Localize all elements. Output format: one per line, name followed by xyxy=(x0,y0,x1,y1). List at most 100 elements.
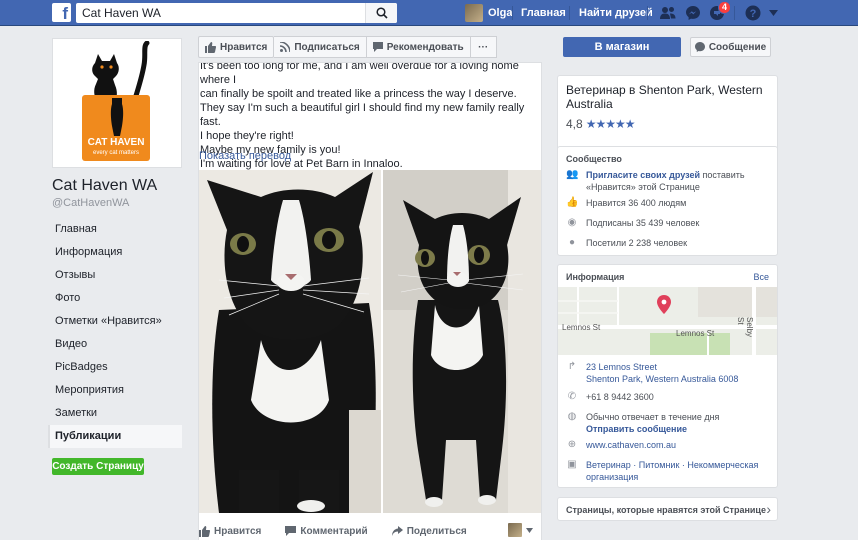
likes-count-row: 👍 Нравится 36 400 людям xyxy=(566,197,686,209)
search-input[interactable]: Cat Haven WA xyxy=(76,3,397,23)
search-icon xyxy=(376,7,388,19)
phone-row: ✆ +61 8 9442 3600 xyxy=(566,391,654,403)
rss-feed-icon: ◉ xyxy=(567,217,577,228)
post-line: I hope they're right! xyxy=(200,130,294,142)
cat-haven-logo: CAT HAVEN every cat matters xyxy=(82,95,150,161)
post-share-button[interactable]: Поделиться xyxy=(391,525,467,537)
page-username[interactable]: @CatHavenWA xyxy=(52,197,129,209)
visits-count: Посетили 2 238 человек xyxy=(586,238,688,248)
chevron-right-icon[interactable]: › xyxy=(766,501,771,517)
sidebar-item-about[interactable]: Информация xyxy=(48,241,182,264)
sidebar-item-events[interactable]: Мероприятия xyxy=(48,379,182,402)
logo-text: CAT HAVEN xyxy=(87,137,145,148)
sidebar-item-notes[interactable]: Заметки xyxy=(48,402,182,425)
messenger-icon[interactable] xyxy=(685,5,701,21)
send-message-button[interactable]: Сообщение xyxy=(690,37,771,57)
facebook-logo-icon[interactable]: f xyxy=(52,3,71,22)
cat-photo-standing[interactable] xyxy=(383,170,541,513)
follow-page-button[interactable]: Подписаться xyxy=(274,36,367,58)
page-category[interactable]: Ветеринар в Shenton Park, Western Austra… xyxy=(566,83,766,111)
share-arrow-icon xyxy=(391,526,403,536)
send-message-label: Сообщение xyxy=(708,41,767,53)
post-share-label: Поделиться xyxy=(406,525,467,537)
cat-photo-closeup[interactable] xyxy=(199,170,381,513)
rss-feed-icon xyxy=(280,42,291,52)
sidebar-item-likes[interactable]: Отметки «Нравится» xyxy=(48,310,182,333)
page-rating[interactable]: 4,8 ★★★★★ xyxy=(566,117,635,131)
map-street-label: Lemnos St xyxy=(562,323,601,332)
divider xyxy=(734,6,735,20)
sidebar-item-reviews[interactable]: Отзывы xyxy=(48,264,182,287)
map-street-label: Lemnos St xyxy=(676,329,715,338)
avatar xyxy=(508,523,522,537)
follow-page-label: Подписаться xyxy=(294,41,360,53)
more-options-button[interactable]: ··· xyxy=(470,36,497,58)
likes-count: Нравится 36 400 людям xyxy=(586,198,687,208)
post-comment-button[interactable]: Комментарий xyxy=(285,525,368,537)
location-map[interactable]: Lemnos St Lemnos St Selby St xyxy=(558,287,777,355)
speech-bubble-icon xyxy=(372,42,383,52)
shop-button[interactable]: В магазин xyxy=(563,37,681,57)
post-comment-label: Комментарий xyxy=(300,525,368,537)
invite-friends-row: 👥 Пригласите своих друзей поставить «Нра… xyxy=(566,169,771,193)
sidebar-item-photos[interactable]: Фото xyxy=(48,287,182,310)
map-street-label: Selby St xyxy=(736,317,754,338)
post-line: They say I'm such a beautiful girl I sho… xyxy=(200,102,525,128)
website-link[interactable]: www.cathaven.com.au xyxy=(586,439,676,451)
help-icon[interactable]: ? xyxy=(745,5,761,21)
directions-icon: ↱ xyxy=(567,361,577,372)
post-like-button[interactable]: Нравится xyxy=(199,525,261,537)
messenger-icon xyxy=(694,42,705,52)
address-line1[interactable]: 23 Lemnos Street xyxy=(586,362,657,372)
liked-pages-card[interactable]: Страницы, которые нравятся этой Странице… xyxy=(557,497,778,521)
logo-tagline: every cat matters xyxy=(92,150,139,156)
response-row: ◍ Обычно отвечает в течение дня Отправить… xyxy=(566,411,771,435)
community-card: Сообщество 👥 Пригласите своих друзей пос… xyxy=(557,146,778,256)
categories-row: ▣ Ветеринар · Питомник · Некоммерческая … xyxy=(566,459,771,483)
home-link[interactable]: Главная xyxy=(521,7,566,19)
profile-name: Olga xyxy=(488,7,513,19)
divider xyxy=(512,6,513,20)
more-options-icon: ··· xyxy=(478,41,489,53)
post-photos xyxy=(199,170,541,513)
create-page-button[interactable]: Создать Страницу xyxy=(52,458,144,475)
address-row: ↱ 23 Lemnos Street Shenton Park, Western … xyxy=(566,361,771,385)
notifications-badge: 4 xyxy=(718,1,732,14)
thumbs-up-icon xyxy=(205,41,216,53)
invite-friends-icon: 👥 xyxy=(566,169,579,180)
like-page-button[interactable]: Нравится xyxy=(198,36,275,58)
divider xyxy=(647,6,648,20)
profile-link[interactable]: Olga xyxy=(465,4,512,22)
recommend-page-button[interactable]: Рекомендовать xyxy=(366,36,471,58)
sidebar-item-home[interactable]: Главная xyxy=(48,218,182,241)
top-navigation-bar: f Cat Haven WA Olga Главная Найти друзей… xyxy=(0,0,858,26)
recommend-page-label: Рекомендовать xyxy=(386,41,464,53)
address-line2[interactable]: Shenton Park, Western Australia 6008 xyxy=(586,374,738,384)
account-menu-chevron-down-icon[interactable] xyxy=(769,10,778,16)
search-input-value[interactable]: Cat Haven WA xyxy=(82,6,161,20)
see-translation-link[interactable]: Показать перевод xyxy=(199,150,291,162)
invite-friends-link[interactable]: Пригласите своих друзей xyxy=(586,170,700,180)
post-actions: Нравится Комментарий Поделиться xyxy=(199,521,541,540)
liked-pages-title: Страницы, которые нравятся этой Странице xyxy=(566,505,766,515)
friend-requests-icon[interactable] xyxy=(659,5,677,21)
post-line: It's been too long for me, and I am well… xyxy=(200,62,519,86)
website-row: ⊕ www.cathaven.com.au xyxy=(566,439,676,451)
post-as-selector[interactable] xyxy=(508,523,533,537)
info-title: Информация xyxy=(566,272,625,282)
find-friends-link[interactable]: Найти друзей xyxy=(579,7,653,19)
globe-icon: ⊕ xyxy=(567,439,577,450)
page-categories[interactable]: Ветеринар · Питомник · Некоммерческая ор… xyxy=(586,459,771,483)
map-pin-icon: ● xyxy=(568,237,576,248)
like-page-label: Нравится xyxy=(220,41,268,53)
sidebar-item-posts[interactable]: Публикации xyxy=(48,425,182,448)
send-message-link[interactable]: Отправить сообщение xyxy=(586,424,687,434)
sidebar-item-videos[interactable]: Видео xyxy=(48,333,182,356)
comment-icon xyxy=(285,526,297,536)
search-button[interactable] xyxy=(365,3,397,23)
divider xyxy=(569,6,570,20)
chevron-down-icon xyxy=(526,527,533,533)
sidebar-item-picbadges[interactable]: PicBadges xyxy=(48,356,182,379)
see-all-link[interactable]: Все xyxy=(753,272,769,282)
page-profile-picture[interactable]: CAT HAVEN every cat matters xyxy=(52,38,182,168)
